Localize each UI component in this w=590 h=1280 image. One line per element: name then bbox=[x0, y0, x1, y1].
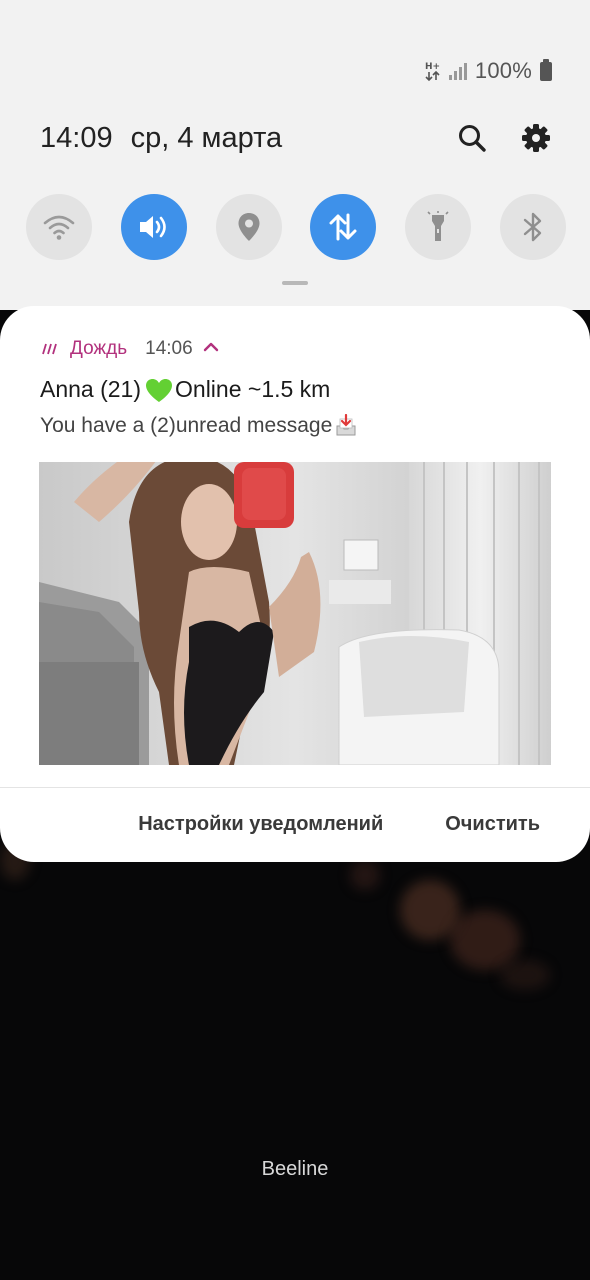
background-bokeh bbox=[450, 910, 520, 970]
chevron-up-icon[interactable] bbox=[203, 340, 219, 358]
background-bokeh bbox=[350, 860, 380, 890]
app-rain-icon bbox=[42, 342, 60, 356]
status-bar: H+ 100% bbox=[425, 58, 552, 84]
toggle-wifi[interactable] bbox=[26, 194, 92, 260]
notification-image[interactable] bbox=[39, 462, 551, 765]
battery-percent: 100% bbox=[474, 58, 532, 83]
background-bokeh bbox=[500, 960, 550, 990]
divider bbox=[0, 787, 590, 788]
quick-toggles bbox=[26, 194, 566, 260]
title-status: Online ~1.5 km bbox=[175, 376, 331, 402]
toggle-sound[interactable] bbox=[120, 194, 187, 260]
notification-settings-button[interactable]: Настройки уведомлений bbox=[138, 813, 383, 836]
search-icon[interactable] bbox=[456, 122, 488, 154]
quick-panel: H+ 100% 14:09 ср, 4 марта bbox=[0, 0, 590, 310]
toggle-bluetooth[interactable] bbox=[499, 194, 566, 260]
battery-icon bbox=[540, 58, 552, 81]
carrier-label: Beeline bbox=[261, 1158, 329, 1180]
toggle-flashlight[interactable] bbox=[405, 194, 472, 260]
header-actions bbox=[456, 122, 552, 154]
panel-drag-handle[interactable] bbox=[282, 281, 308, 285]
notification-body: You have a (2)unread message bbox=[40, 413, 358, 438]
flashlight-icon bbox=[427, 211, 449, 241]
signal-bars-icon bbox=[448, 62, 467, 80]
notification-time: 14:06 bbox=[145, 338, 193, 359]
settings-gear-icon[interactable] bbox=[520, 122, 552, 154]
data-transfer-icon bbox=[329, 213, 357, 241]
notification-card[interactable]: Дождь 14:06 Anna (21) Online ~1.5 km You… bbox=[0, 306, 590, 862]
clear-button[interactable]: Очистить bbox=[445, 813, 540, 836]
inbox-tray-icon bbox=[334, 413, 358, 438]
toggle-location[interactable] bbox=[215, 194, 282, 260]
notification-title: Anna (21) Online ~1.5 km bbox=[40, 376, 330, 403]
date[interactable]: ср, 4 марта bbox=[131, 122, 283, 155]
body-text: You have a (2)unread message bbox=[40, 414, 333, 437]
data-arrows-icon: H+ bbox=[425, 60, 441, 82]
notification-header: Дождь 14:06 bbox=[42, 338, 219, 360]
volume-icon bbox=[139, 216, 166, 238]
notification-actions: Настройки уведомлений Очистить bbox=[138, 813, 540, 836]
svg-text:H+: H+ bbox=[425, 62, 440, 72]
app-name: Дождь bbox=[70, 338, 128, 359]
clock[interactable]: 14:09 bbox=[40, 122, 113, 155]
location-pin-icon bbox=[238, 213, 260, 241]
bluetooth-icon bbox=[523, 212, 542, 242]
clock-row: 14:09 ср, 4 марта bbox=[40, 122, 282, 155]
wifi-icon bbox=[43, 215, 75, 240]
green-heart-icon bbox=[145, 378, 173, 402]
toggle-mobile-data[interactable] bbox=[310, 194, 377, 260]
title-name: Anna (21) bbox=[40, 376, 142, 402]
